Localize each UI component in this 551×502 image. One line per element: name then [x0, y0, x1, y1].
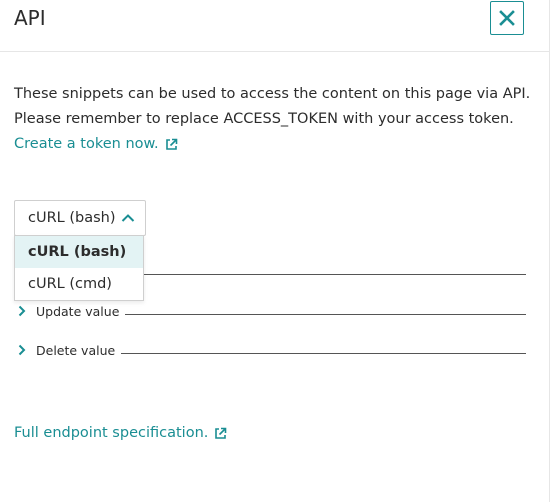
snippet-format-select[interactable]: cURL (bash)	[14, 200, 146, 236]
select-dropdown: cURL (bash) cURL (cmd)	[14, 235, 144, 301]
chevron-right-icon	[14, 305, 30, 317]
section-divider	[144, 274, 526, 275]
chevron-up-icon	[121, 214, 135, 222]
panel-header: API	[0, 0, 549, 52]
section-divider	[125, 313, 526, 315]
intro-line-2: Please remember to replace ACCESS_TOKEN …	[14, 111, 514, 127]
endpoint-spec-link-label: Full endpoint specification.	[14, 425, 209, 441]
close-button[interactable]	[490, 1, 524, 35]
create-token-link[interactable]: Create a token now.	[14, 132, 178, 157]
expander-delete-value[interactable]: Delete value	[14, 342, 526, 358]
create-token-link-label: Create a token now.	[14, 136, 159, 152]
expander-label: Delete value	[36, 342, 116, 358]
section-divider	[121, 352, 526, 354]
external-link-icon	[215, 427, 227, 439]
expander-label: Update value	[36, 303, 120, 319]
endpoint-spec-link-wrapper: Full endpoint specification.	[14, 422, 227, 444]
chevron-right-icon	[14, 344, 30, 356]
intro-line-1: These snippets can be used to access the…	[14, 86, 531, 102]
close-icon	[499, 10, 515, 26]
option-curl-cmd[interactable]: cURL (cmd)	[15, 268, 143, 300]
expander-update-value[interactable]: Update value	[14, 303, 526, 319]
option-curl-bash[interactable]: cURL (bash)	[15, 236, 143, 268]
intro-text: These snippets can be used to access the…	[14, 82, 534, 157]
external-link-icon	[165, 138, 177, 150]
panel-title: API	[14, 6, 46, 30]
api-panel: API These snippets can be used to access…	[0, 0, 550, 502]
select-value: cURL (bash)	[28, 210, 116, 226]
endpoint-spec-link[interactable]: Full endpoint specification.	[14, 422, 227, 444]
